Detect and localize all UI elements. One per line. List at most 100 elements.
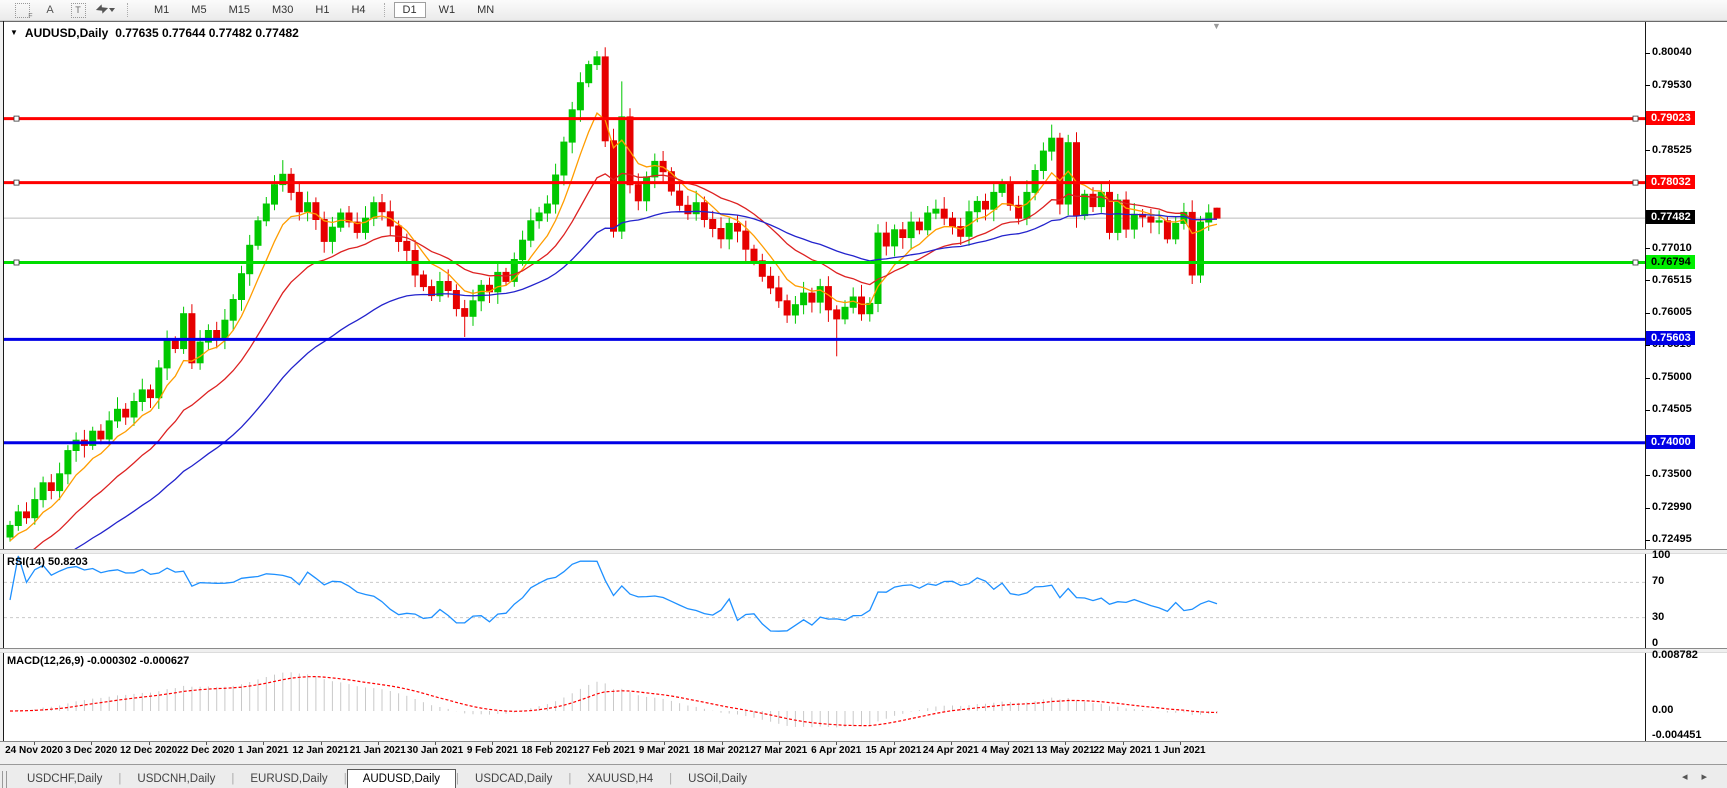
main-chart-panel[interactable] [4,22,1645,549]
hline-price-label: 0.78032 [1646,175,1695,189]
date-label: 24 Nov 2020 [5,745,63,756]
date-label: 9 Mar 2021 [639,745,690,756]
price-tick-label: 0.74505 [1652,403,1692,415]
date-label: 1 Jun 2021 [1154,745,1205,756]
price-tick-label: 0.72495 [1652,533,1692,545]
macd-label: MACD(12,26,9) -0.000302 -0.000627 [7,655,189,667]
date-label: 4 May 2021 [982,745,1035,756]
tab-scroll-arrows: ◂▸ [1682,770,1721,783]
rsi-scale-label: 70 [1652,575,1664,587]
date-label: 3 Dec 2020 [65,745,117,756]
price-tick-mark [1645,53,1650,54]
tab-usdcad-daily[interactable]: USDCAD,Daily [459,770,568,788]
macd-scale-label: 0.008782 [1652,649,1698,661]
timeframe-m1-button[interactable]: M1 [145,2,178,18]
date-label: 12 Jan 2021 [292,745,348,756]
toolbar-separator [384,3,385,17]
price-tick-mark [1645,508,1650,509]
chart-tab-bar: USDCHF,Daily|USDCNH,Daily|EURUSD,Daily|A… [0,764,1727,788]
price-tick-label: 0.72990 [1652,501,1692,513]
tab-eurusd-daily[interactable]: EURUSD,Daily [234,770,343,788]
price-tick-mark [1645,313,1650,314]
price-tick-label: 0.80040 [1652,46,1692,58]
hline-price-label: 0.75603 [1646,331,1695,345]
date-label: 27 Mar 2021 [751,745,808,756]
price-tick-mark [1645,475,1650,476]
timeframe-w1-button[interactable]: W1 [430,2,465,18]
macd-scale-label: 0.00 [1652,704,1673,716]
text-box-tool-icon[interactable]: T [67,2,89,18]
hline-price-label: 0.79023 [1646,111,1695,125]
tab-scroll-right-button[interactable]: ▸ [1701,771,1721,783]
price-tick-mark [1645,248,1650,249]
terminal-window: FAT M1M5 M15M30H1H4 D1W1MN ▼ AUDUSD,Daily … [0,0,1727,788]
drawing-tools-group: FAT [0,2,120,18]
date-label: 22 Dec 2020 [177,745,234,756]
price-tick-mark [1645,280,1650,281]
text-label-tool-icon[interactable]: A [39,2,61,18]
timeframe-d1-button[interactable]: D1 [394,2,426,18]
macd-plot[interactable] [4,651,1645,741]
rsi-label: RSI(14) 50.8203 [7,556,88,568]
chart-ohlc-values: 0.77635 0.77644 0.77482 0.77482 [115,26,299,40]
rsi-panel[interactable] [4,552,1645,648]
arrow-tools-dropdown-icon[interactable] [95,2,117,18]
timeframe-m5-button[interactable]: M5 [182,2,215,18]
tab-usdcnh-daily[interactable]: USDCNH,Daily [121,770,231,788]
tab-scroll-left-button[interactable]: ◂ [1682,771,1702,783]
toolbar: FAT M1M5 M15M30H1H4 D1W1MN [0,0,1727,21]
hline-price-label: 0.76794 [1646,255,1695,269]
price-tick-mark [1645,410,1650,411]
price-tick-label: 0.75000 [1652,371,1692,383]
date-label: 1 Jan 2021 [238,745,289,756]
current-price-label: 0.77482 [1646,210,1695,224]
macd-panel[interactable] [4,651,1645,741]
timeframe-h4-button[interactable]: H4 [342,2,374,18]
tab-usoil-daily[interactable]: USOil,Daily [672,770,763,788]
hline-price-label: 0.74000 [1646,435,1695,449]
date-label: 18 Mar 2021 [693,745,750,756]
timeframe-m15-button[interactable]: M15 [220,2,259,18]
rsi-scale-label: 30 [1652,611,1664,623]
price-tick-label: 0.76005 [1652,306,1692,318]
grid-f-tool-icon[interactable]: F [11,2,33,18]
tab-bar-grip [2,771,7,788]
date-label: 12 Dec 2020 [120,745,177,756]
timeframe-mn-button[interactable]: MN [468,2,503,18]
candlestick-plot[interactable] [4,22,1645,549]
date-label: 22 May 2021 [1093,745,1151,756]
toolbar-separator [127,3,128,17]
date-label: 13 May 2021 [1036,745,1094,756]
timeframe-group: M1M5 M15M30H1H4 D1W1MN [135,2,505,18]
date-label: 9 Feb 2021 [467,745,518,756]
tab-usdchf-daily[interactable]: USDCHF,Daily [11,770,118,788]
date-label: 21 Jan 2021 [350,745,406,756]
price-tick-label: 0.78525 [1652,144,1692,156]
tab-audusd-daily[interactable]: AUDUSD,Daily [347,769,456,788]
rsi-scale-label: 0 [1652,637,1658,649]
price-tick-mark [1645,378,1650,379]
date-label: 15 Apr 2021 [866,745,922,756]
timeframe-h1-button[interactable]: H1 [306,2,338,18]
price-tick-label: 0.79530 [1652,79,1692,91]
rsi-plot[interactable] [4,552,1645,648]
rsi-scale-label: 100 [1652,549,1670,561]
chart-shift-marker[interactable]: ▼ [1212,21,1221,31]
tab-xauusd-h4[interactable]: XAUUSD,H4 [571,770,669,788]
price-tick-mark [1645,85,1650,86]
price-tick-label: 0.73500 [1652,468,1692,480]
timeframe-m30-button[interactable]: M30 [263,2,302,18]
price-tick-label: 0.76515 [1652,274,1692,286]
date-axis-border [0,741,1727,742]
price-axis-line [1645,22,1646,741]
price-tick-label: 0.77010 [1652,242,1692,254]
chart-symbol-label: AUDUSD,Daily [25,26,108,40]
price-tick-mark [1645,150,1650,151]
date-label: 24 Apr 2021 [923,745,979,756]
price-tick-mark [1645,540,1650,541]
symbol-dropdown-icon[interactable]: ▼ [10,28,18,37]
date-label: 30 Jan 2021 [407,745,463,756]
macd-scale-label: -0.004451 [1652,729,1702,741]
chart-title: ▼ AUDUSD,Daily 0.77635 0.77644 0.77482 0… [10,26,299,40]
date-label: 18 Feb 2021 [521,745,578,756]
